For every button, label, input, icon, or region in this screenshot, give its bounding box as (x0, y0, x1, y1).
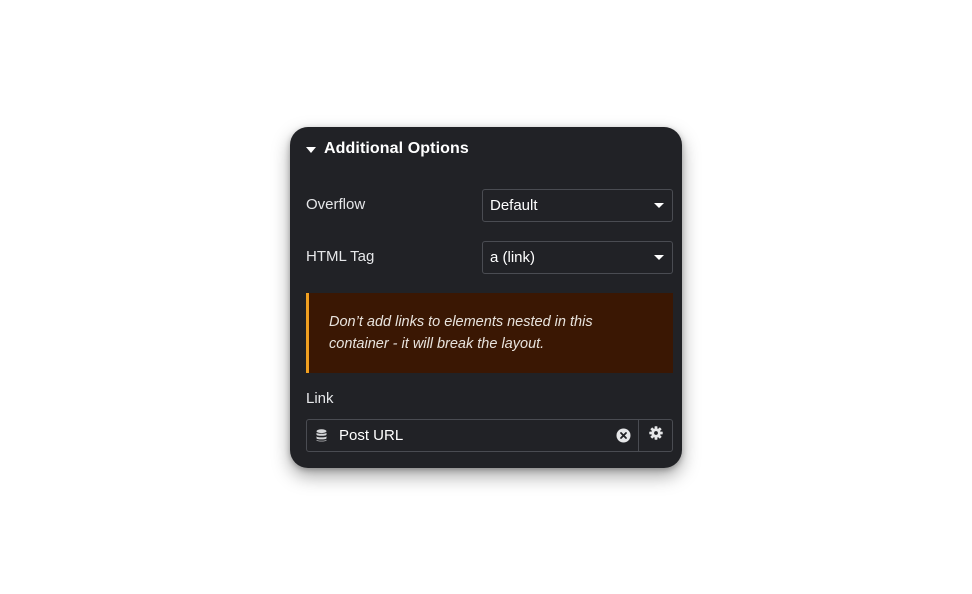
overflow-select[interactable]: Default (482, 189, 673, 222)
link-field: Post URL (306, 419, 673, 452)
clear-circle-icon[interactable] (616, 428, 631, 443)
section-title: Additional Options (324, 140, 469, 157)
warning-notice-line-2: container - it will break the layout. (329, 336, 545, 352)
link-label: Link (306, 390, 334, 407)
warning-notice-text: Don’t add links to elements nested in th… (329, 311, 619, 355)
html-tag-select[interactable]: a (link) (482, 241, 673, 274)
section-toggle[interactable]: Additional Options (306, 138, 469, 160)
chevron-down-icon (654, 255, 664, 260)
warning-notice-line-1: Don’t add links to elements nested in th… (329, 314, 593, 330)
link-value: Post URL (339, 427, 404, 444)
caret-down-icon (306, 146, 316, 153)
html-tag-label: HTML Tag (306, 248, 375, 265)
link-settings-button[interactable] (638, 420, 672, 451)
link-input[interactable]: Post URL (307, 420, 638, 451)
gear-icon (648, 426, 663, 445)
chevron-down-icon (654, 203, 664, 208)
warning-notice: Don’t add links to elements nested in th… (306, 293, 673, 373)
overflow-label: Overflow (306, 196, 366, 213)
additional-options-panel: Additional Options Overflow Default HTML… (290, 127, 682, 468)
html-tag-select-value: a (link) (490, 249, 536, 266)
database-icon (316, 429, 328, 443)
overflow-select-value: Default (490, 197, 538, 214)
